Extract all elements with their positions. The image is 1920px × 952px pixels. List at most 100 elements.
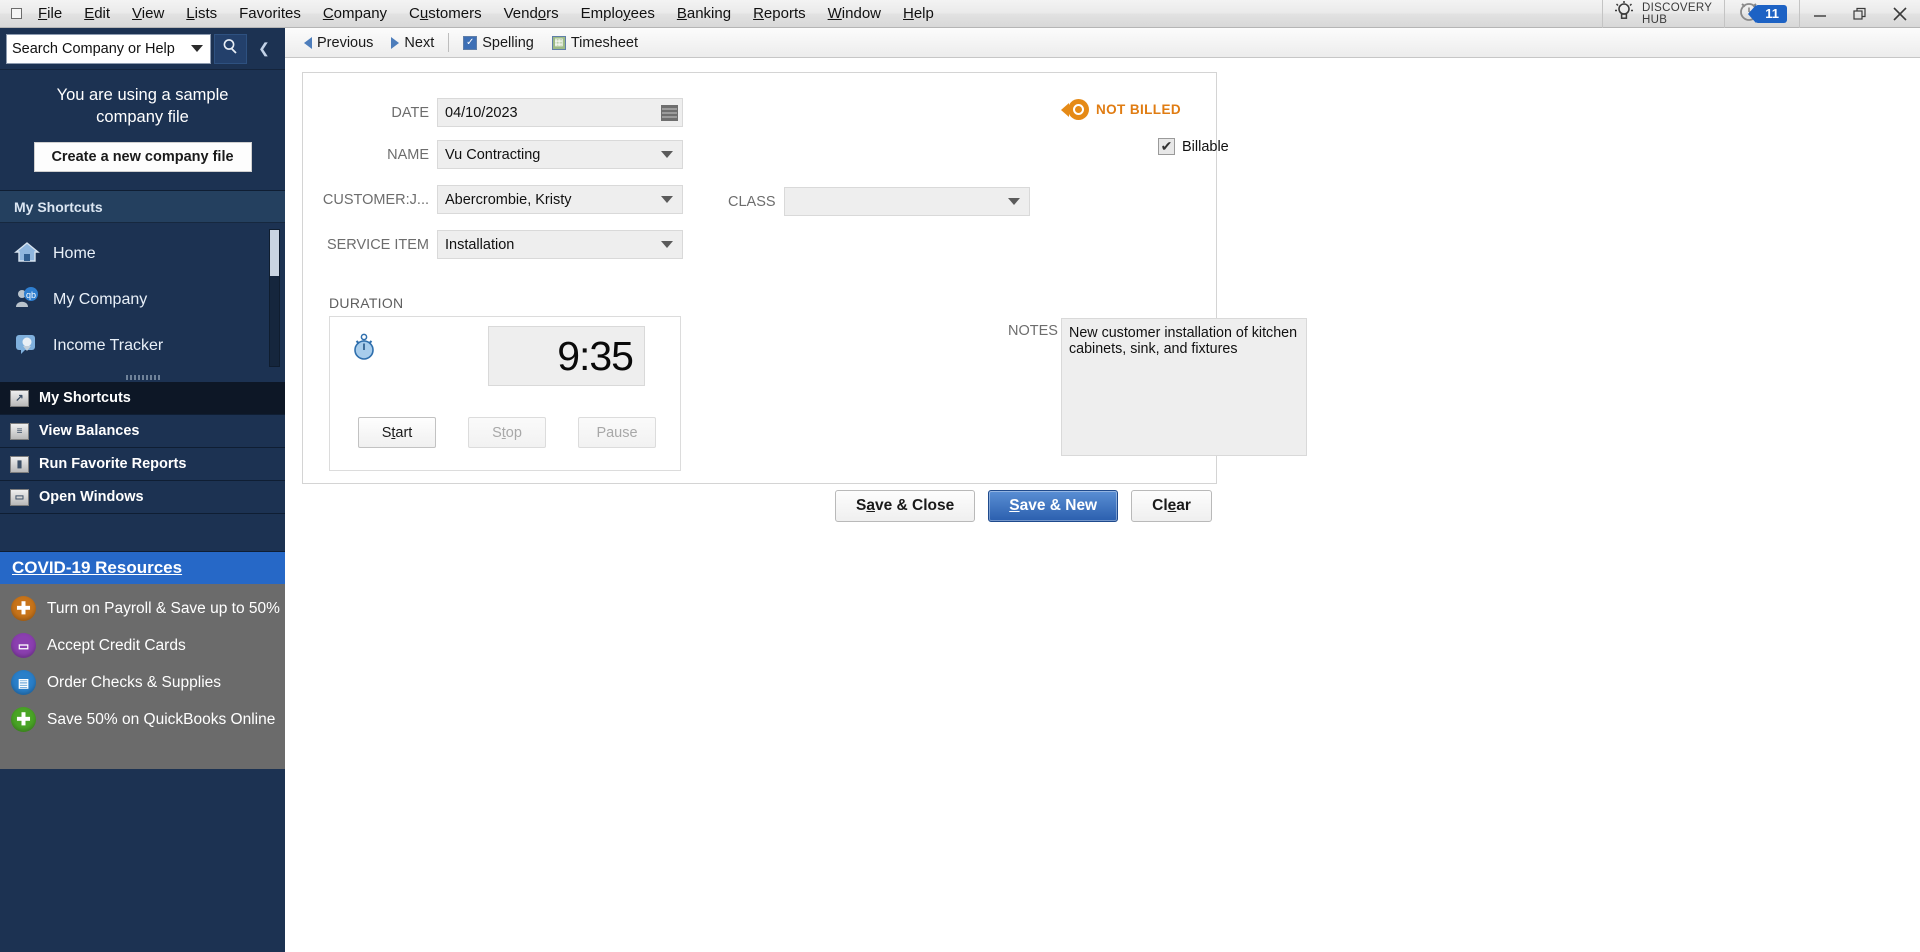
menu-item-company[interactable]: Company — [312, 2, 398, 26]
menu-item-reports[interactable]: Reports — [742, 2, 817, 26]
chevron-down-icon[interactable] — [661, 151, 673, 158]
shortcuts-scrollbar[interactable] — [269, 229, 280, 367]
chevron-down-icon[interactable] — [661, 241, 673, 248]
restore-button[interactable] — [1840, 0, 1880, 27]
sidebar-item-label: View Balances — [39, 423, 140, 439]
form-toolbar: Previous Next ✓ Spelling ▦ Timesheet — [285, 28, 1920, 58]
billable-checkbox-row[interactable]: ✔ Billable — [1158, 138, 1229, 155]
menu-item-view[interactable]: View — [121, 2, 175, 26]
notes-label: NOTES — [1008, 323, 1058, 339]
close-button[interactable] — [1880, 0, 1920, 27]
menu-item-favorites[interactable]: Favorites — [228, 2, 312, 26]
menu-item-file[interactable]: File — [27, 2, 73, 26]
menu-item-window[interactable]: Window — [817, 2, 892, 26]
sidebar-item-view-balances[interactable]: ≡ View Balances — [0, 415, 285, 448]
promo-list: ✚ Turn on Payroll & Save up to 50% ▭ Acc… — [0, 584, 285, 769]
menu-item-customers[interactable]: Customers — [398, 2, 493, 26]
duration-section-label: DURATION — [329, 295, 404, 311]
discovery-hub-line1: DISCOVERY — [1642, 1, 1713, 14]
shortcuts-panel-icon: ↗ — [10, 389, 29, 407]
alarm-notifications[interactable]: 11 — [1724, 0, 1799, 28]
system-menu-icon[interactable] — [5, 4, 27, 24]
sidebar-item-label: Run Favorite Reports — [39, 456, 187, 472]
next-button[interactable]: Next — [382, 30, 443, 56]
sidebar-resize-grip[interactable] — [0, 373, 285, 382]
sidebar-item-label: My Company — [53, 291, 148, 308]
previous-button[interactable]: Previous — [295, 30, 382, 56]
clock-badge-icon — [1068, 99, 1089, 120]
arrow-right-icon — [391, 36, 400, 49]
menu-item-vendors[interactable]: Vendors — [493, 2, 570, 26]
minimize-button[interactable] — [1800, 0, 1840, 27]
plus-circle-icon: ✚ — [11, 707, 36, 732]
sidebar-item-open-windows[interactable]: ▭ Open Windows — [0, 481, 285, 514]
menu-item-lists[interactable]: Lists — [175, 2, 228, 26]
plus-circle-icon: ✚ — [11, 596, 36, 621]
window-controls — [1799, 0, 1920, 28]
promo-order-checks[interactable]: ▤ Order Checks & Supplies — [0, 664, 285, 701]
date-value: 04/10/2023 — [445, 104, 518, 121]
spelling-button[interactable]: ✓ Spelling — [454, 30, 543, 56]
billable-checkbox[interactable]: ✔ — [1158, 138, 1175, 155]
promo-save-qbo[interactable]: ✚ Save 50% on QuickBooks Online — [0, 701, 285, 738]
search-input[interactable]: Search Company or Help — [6, 33, 211, 64]
time-entry-form-panel: DATE 04/10/2023 NAME Vu Contracting CUST… — [302, 72, 1307, 484]
search-placeholder: Search Company or Help — [12, 40, 175, 57]
chevron-down-icon[interactable] — [661, 196, 673, 203]
chevron-down-icon[interactable] — [1007, 198, 1020, 205]
sidebar-item-label: Home — [53, 245, 96, 262]
class-dropdown[interactable] — [783, 187, 1030, 216]
search-button[interactable] — [214, 33, 247, 64]
clear-button[interactable]: Cl e ar — [1131, 490, 1212, 522]
my-shortcuts-header: My Shortcuts — [0, 191, 285, 223]
covid-resources-label: COVID-19 Resources — [12, 558, 183, 577]
service-item-dropdown[interactable]: Installation — [437, 230, 683, 259]
name-dropdown[interactable]: Vu Contracting — [437, 140, 683, 169]
calendar-icon[interactable] — [661, 104, 678, 121]
search-icon — [222, 38, 239, 60]
start-button[interactable]: St art — [358, 417, 436, 448]
sidebar-item-home[interactable]: Home — [0, 231, 285, 277]
menu-item-edit[interactable]: Edit — [73, 2, 121, 26]
sidebar-item-my-shortcuts[interactable]: ↗ My Shortcuts — [0, 382, 285, 415]
timesheet-button[interactable]: ▦ Timesheet — [543, 30, 647, 56]
sample-banner-line2: company file — [96, 108, 189, 126]
service-item-value: Installation — [445, 236, 515, 253]
toolbar-divider — [448, 33, 450, 52]
previous-label: Previous — [317, 34, 374, 51]
promo-label: Turn on Payroll & Save up to 50% — [47, 599, 280, 617]
sample-file-banner: You are using a sample company file Crea… — [0, 70, 285, 191]
promo-accept-credit-cards[interactable]: ▭ Accept Credit Cards — [0, 627, 285, 664]
menu-item-help[interactable]: Help — [892, 2, 945, 26]
menu-item-banking[interactable]: Banking — [666, 2, 742, 26]
create-new-company-file-button[interactable]: Create a new company file — [33, 142, 252, 172]
sidebar-item-my-company[interactable]: qb My Company — [0, 277, 285, 323]
promo-label: Order Checks & Supplies — [47, 673, 222, 691]
discovery-hub-line2: HUB — [1642, 13, 1668, 26]
discovery-hub-button[interactable]: DISCOVERY HUB — [1602, 0, 1724, 28]
notes-textarea[interactable]: New customer installation of kitchen cab… — [1061, 318, 1307, 456]
customer-job-field-row: CUSTOMER:J... Abercrombie, Kristy — [303, 185, 683, 214]
not-billed-label: NOT BILLED — [1096, 102, 1181, 117]
not-billed-status-badge: NOT BILLED — [1068, 99, 1181, 120]
date-input[interactable]: 04/10/2023 — [437, 98, 683, 127]
covid-resources-link[interactable]: COVID-19 Resources — [0, 552, 285, 584]
collapse-sidebar-button[interactable]: ❮ — [251, 34, 277, 64]
customer-job-dropdown[interactable]: Abercrombie, Kristy — [437, 185, 683, 214]
save-and-close-button[interactable]: Sa ve & Close — [835, 490, 976, 522]
billable-label: Billable — [1182, 138, 1229, 155]
customer-job-value: Abercrombie, Kristy — [445, 191, 572, 208]
scrollbar-thumb[interactable] — [270, 230, 279, 276]
stop-button[interactable]: St op — [468, 417, 546, 448]
company-icon: qb — [14, 286, 40, 315]
sidebar-item-income-tracker[interactable]: Income Tracker — [0, 323, 285, 369]
svg-text:qb: qb — [26, 290, 36, 300]
sidebar-item-run-favorite-reports[interactable]: ▮ Run Favorite Reports — [0, 448, 285, 481]
pause-button[interactable]: Pause — [578, 417, 656, 448]
promo-turn-on-payroll[interactable]: ✚ Turn on Payroll & Save up to 50% — [0, 590, 285, 627]
chevron-down-icon[interactable] — [191, 45, 203, 52]
save-and-new-button[interactable]: Save & New — [988, 490, 1119, 522]
name-field-row: NAME Vu Contracting — [303, 140, 683, 169]
sidebar-item-label: My Shortcuts — [39, 390, 131, 406]
menu-item-employees[interactable]: Employees — [570, 2, 666, 26]
